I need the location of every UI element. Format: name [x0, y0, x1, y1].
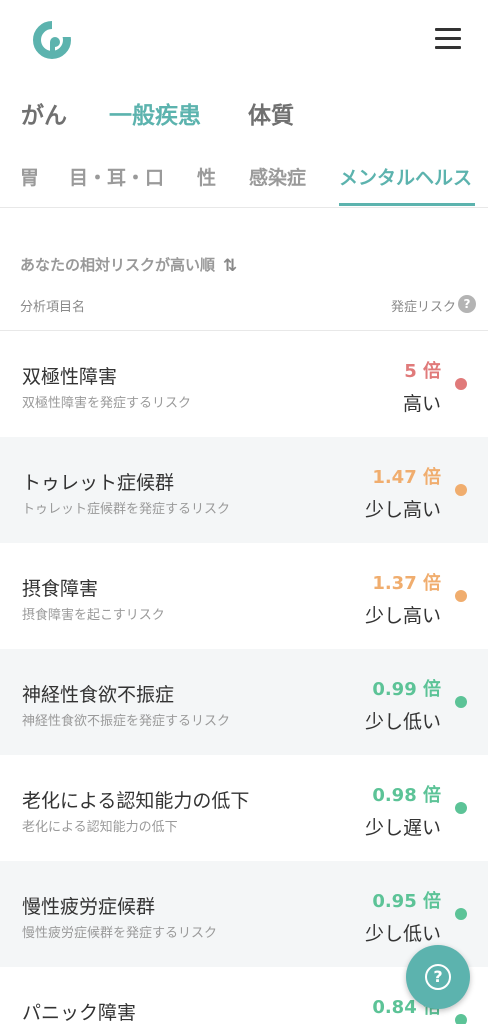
- risk-level: 少し低い: [364, 923, 441, 945]
- item-subtitle: トゥレット症候群を発症するリスク: [22, 502, 231, 517]
- item-title: 双極性障害: [22, 366, 118, 388]
- risk-status-dot: [455, 696, 467, 708]
- risk-level: 高い: [402, 393, 441, 415]
- help-fab-button[interactable]: ?: [406, 945, 470, 1009]
- item-subtitle: 慢性疲労症候群を発症するリスク: [22, 926, 218, 941]
- risk-ratio: 5 倍: [404, 361, 441, 382]
- subtab-mental-health[interactable]: メンタルヘルス: [339, 163, 472, 190]
- item-subtitle: 摂食障害を起こすリスク: [22, 608, 165, 623]
- item-title: パニック障害: [22, 1002, 137, 1024]
- tab-constitution[interactable]: 体質: [248, 96, 294, 130]
- risk-status-dot: [455, 802, 467, 814]
- sort-updown-icon: ⇅: [223, 256, 238, 276]
- category-tabs: がん 一般疾患 体質: [0, 96, 488, 136]
- column-label-item: 分析項目名: [20, 300, 86, 315]
- sort-toggle[interactable]: あなたの相対リスクが高い順 ⇅: [20, 254, 237, 276]
- sub-tabs: 胃 目・耳・口 性 感染症 メンタルヘルス: [0, 156, 488, 208]
- item-title: 摂食障害: [22, 578, 99, 600]
- risk-status-dot: [455, 378, 467, 390]
- list-item[interactable]: トゥレット症候群 トゥレット症候群を発症するリスク 1.47 倍 少し高い: [0, 437, 488, 543]
- list-item[interactable]: 慢性疲労症候群 慢性疲労症候群を発症するリスク 0.95 倍 少し低い: [0, 861, 488, 967]
- tab-cancer[interactable]: がん: [21, 96, 67, 130]
- item-subtitle: 双極性障害を発症するリスク: [22, 396, 192, 411]
- risk-list: 双極性障害 双極性障害を発症するリスク 5 倍 高い トゥレット症候群 トゥレッ…: [0, 331, 488, 1024]
- risk-level: 少し遅い: [364, 817, 441, 839]
- hamburger-menu-icon[interactable]: [432, 24, 464, 54]
- subtab-eye-ear-mouth[interactable]: 目・耳・口: [69, 163, 164, 190]
- risk-status-dot: [455, 484, 467, 496]
- item-subtitle: 神経性食欲不振症を発症するリスク: [22, 714, 231, 729]
- risk-level: 少し高い: [364, 499, 441, 521]
- subtab-stomach[interactable]: 胃: [20, 163, 39, 190]
- subtab-sex[interactable]: 性: [197, 163, 216, 190]
- list-item[interactable]: 神経性食欲不振症 神経性食欲不振症を発症するリスク 0.99 倍 少し低い: [0, 649, 488, 755]
- question-icon[interactable]: ?: [458, 295, 476, 313]
- item-title: 慢性疲労症候群: [22, 896, 156, 918]
- brand-logo-icon[interactable]: [30, 18, 74, 62]
- column-header: 分析項目名 発症リスク ?: [0, 294, 488, 331]
- active-tab-indicator: [339, 203, 475, 206]
- risk-status-dot: [455, 590, 467, 602]
- risk-ratio: 0.95 倍: [372, 891, 441, 912]
- item-subtitle: 老化による認知能力の低下: [22, 820, 178, 835]
- subtab-infection[interactable]: 感染症: [249, 163, 306, 190]
- item-title: 神経性食欲不振症: [22, 684, 175, 706]
- list-item[interactable]: 双極性障害 双極性障害を発症するリスク 5 倍 高い: [0, 331, 488, 437]
- item-title: 老化による認知能力の低下: [22, 790, 250, 812]
- column-label-risk: 発症リスク: [390, 300, 456, 315]
- risk-level: 少し高い: [364, 605, 441, 627]
- help-question-icon: ?: [425, 964, 451, 990]
- list-item[interactable]: 摂食障害 摂食障害を起こすリスク 1.37 倍 少し高い: [0, 543, 488, 649]
- risk-ratio: 1.47 倍: [372, 467, 441, 488]
- item-title: トゥレット症候群: [22, 472, 175, 494]
- sort-label: あなたの相対リスクが高い順: [20, 256, 216, 274]
- risk-ratio: 1.37 倍: [372, 573, 441, 594]
- list-item[interactable]: 老化による認知能力の低下 老化による認知能力の低下 0.98 倍 少し遅い: [0, 755, 488, 861]
- risk-status-dot: [455, 908, 467, 920]
- risk-level: 少し低い: [364, 711, 441, 733]
- app-header: [0, 0, 488, 82]
- risk-ratio: 0.99 倍: [372, 679, 441, 700]
- risk-status-dot: [455, 1014, 467, 1024]
- risk-ratio: 0.98 倍: [372, 785, 441, 806]
- tab-general-disease[interactable]: 一般疾患: [109, 96, 201, 130]
